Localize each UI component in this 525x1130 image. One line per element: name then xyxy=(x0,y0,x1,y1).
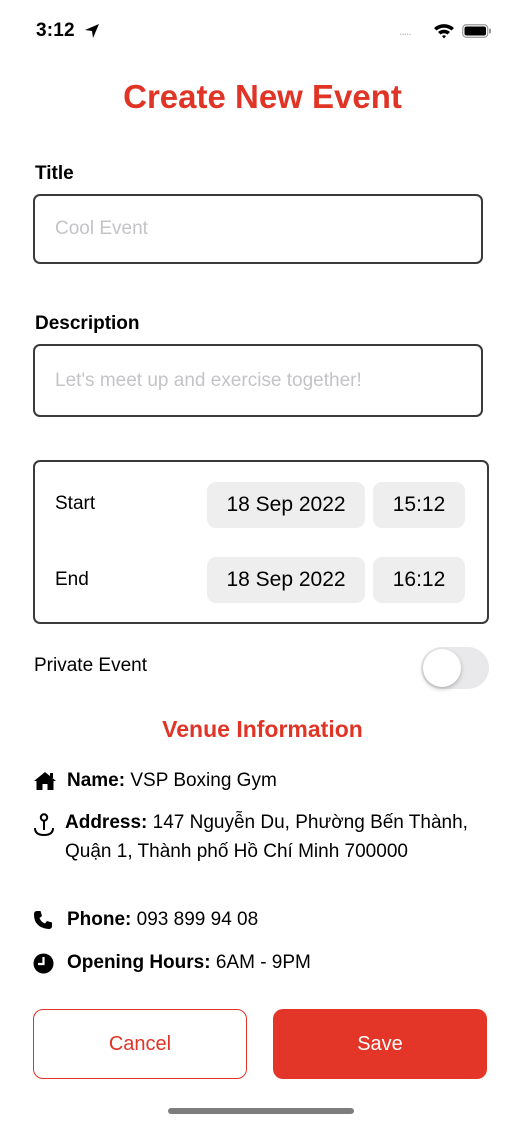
venue-phone-label: Phone: xyxy=(67,909,132,930)
description-input[interactable]: Let's meet up and exercise together! xyxy=(33,344,483,417)
venue-heading: Venue Information xyxy=(162,716,363,742)
venue-phone-row: Phone: 093 899 94 08 xyxy=(33,905,478,934)
venue-phone-value: 093 899 94 08 xyxy=(136,909,259,930)
title-label: Title xyxy=(35,163,74,184)
signal-icon: ..... xyxy=(399,24,412,38)
venue-name-label: Name: xyxy=(67,770,126,791)
save-button[interactable]: Save xyxy=(273,1009,487,1079)
map-pin-icon xyxy=(33,808,57,866)
end-time-picker[interactable]: 16:12 xyxy=(373,557,465,603)
title-input-placeholder: Cool Event xyxy=(55,218,148,239)
wifi-icon xyxy=(433,22,455,44)
venue-name-row: Name: VSP Boxing Gym xyxy=(33,766,478,795)
toggle-knob xyxy=(423,649,461,687)
home-indicator[interactable] xyxy=(168,1108,354,1114)
start-label: Start xyxy=(55,493,96,514)
venue-address-row: Address: 147 Nguyễn Du, Phường Bến Thành… xyxy=(33,808,478,866)
venue-hours-label: Opening Hours: xyxy=(67,952,211,973)
status-time: 3:12 xyxy=(36,20,75,41)
venue-address-label: Address: xyxy=(65,812,148,833)
venue-name-value: VSP Boxing Gym xyxy=(130,770,277,791)
home-icon xyxy=(33,766,57,795)
cancel-button[interactable]: Cancel xyxy=(33,1009,247,1079)
battery-icon xyxy=(462,24,492,43)
datetime-picker-group: Start 18 Sep 2022 15:12 End 18 Sep 2022 … xyxy=(33,460,489,624)
start-date-picker[interactable]: 18 Sep 2022 xyxy=(207,482,365,528)
description-label: Description xyxy=(35,313,140,334)
clock-icon xyxy=(33,948,57,977)
start-time-picker[interactable]: 15:12 xyxy=(373,482,465,528)
private-event-label: Private Event xyxy=(34,655,147,676)
end-date-picker[interactable]: 18 Sep 2022 xyxy=(207,557,365,603)
phone-icon xyxy=(33,905,57,934)
location-arrow-icon xyxy=(84,23,100,44)
page-title: Create New Event xyxy=(123,78,402,115)
private-event-toggle[interactable] xyxy=(421,647,489,689)
title-input[interactable]: Cool Event xyxy=(33,194,483,264)
venue-hours-value: 6AM - 9PM xyxy=(215,952,311,973)
description-input-placeholder: Let's meet up and exercise together! xyxy=(55,369,362,391)
end-label: End xyxy=(55,569,89,590)
venue-hours-row: Opening Hours: 6AM - 9PM xyxy=(33,948,478,977)
